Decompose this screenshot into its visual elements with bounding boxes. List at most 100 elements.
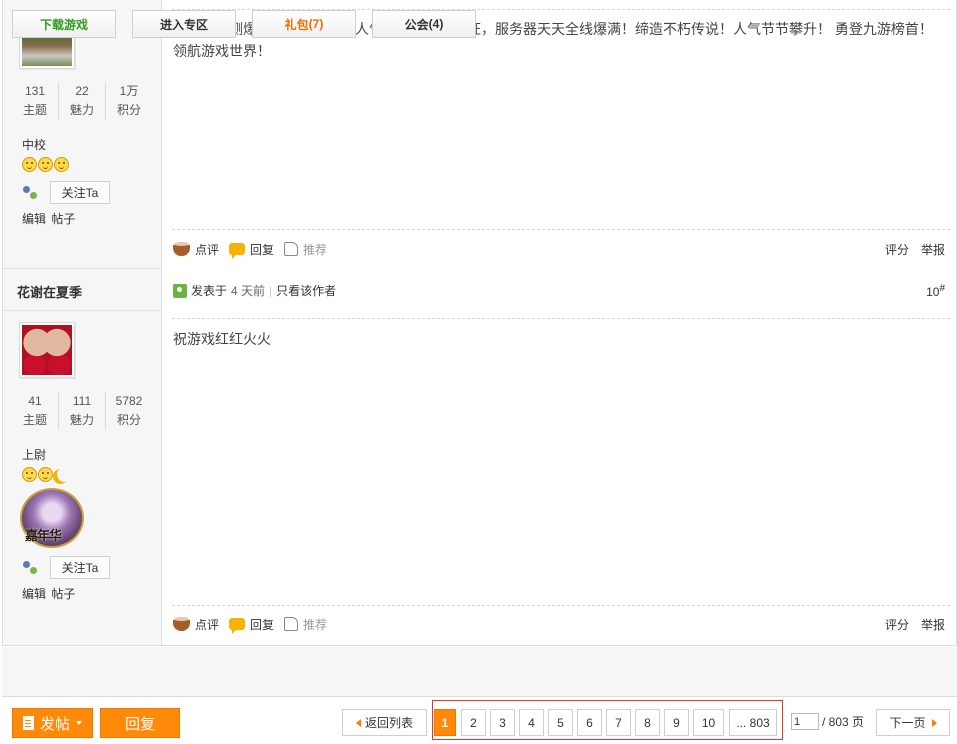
chevron-down-icon <box>76 721 82 725</box>
smiley-icon <box>38 467 53 482</box>
stat-label: 主题 <box>22 103 47 117</box>
add-friend-icon[interactable] <box>22 560 38 575</box>
level-icons <box>22 157 69 172</box>
post-time: 4 天前 <box>231 284 266 298</box>
recommend-button[interactable]: 推荐 <box>284 616 327 633</box>
floor-mark: # <box>939 282 945 294</box>
game-links-bar <box>2 647 957 697</box>
coffee-icon <box>173 617 190 631</box>
enter-zone-button[interactable]: 进入专区 <box>132 10 236 38</box>
pagination-highlight <box>432 700 783 740</box>
right-actions: 评分 举报 <box>885 241 945 258</box>
guild-count: (4) <box>428 17 444 31</box>
divider <box>172 318 950 319</box>
smiley-icon <box>22 157 37 172</box>
new-post-button[interactable]: 发帖 <box>12 708 93 738</box>
smiley-icon <box>22 467 37 482</box>
follow-button[interactable]: 关注Ta <box>50 181 110 204</box>
comment-label: 点评 <box>195 617 220 632</box>
medal-badge[interactable]: 嘉年华 <box>20 488 84 548</box>
follow-row: 关注Ta <box>22 556 110 579</box>
stat-points[interactable]: 5782 积分 <box>105 392 152 430</box>
arrow-right-icon <box>931 718 937 727</box>
author-name[interactable]: 花谢在夏季 <box>17 282 82 301</box>
recommend-label: 推荐 <box>303 242 328 257</box>
level-icons <box>22 467 69 482</box>
edit-post-link[interactable]: 编辑 帖子 <box>22 585 75 602</box>
stat-topics[interactable]: 41 主题 <box>12 392 58 430</box>
speech-bubble-icon <box>229 618 246 634</box>
reply-button[interactable]: 回复 <box>229 616 275 634</box>
divider <box>172 229 950 230</box>
edit-post-link[interactable]: 编辑 帖子 <box>22 210 75 227</box>
stat-label: 魅力 <box>69 413 94 427</box>
floor-value: 10 <box>926 284 940 299</box>
stat-topics[interactable]: 131 主题 <box>12 82 58 120</box>
report-link[interactable]: 举报 <box>921 616 945 633</box>
comment-button[interactable]: 点评 <box>173 616 219 633</box>
thumbs-up-icon <box>284 617 299 631</box>
medal-text: 嘉年华 <box>25 528 62 543</box>
recommend-button[interactable]: 推荐 <box>284 241 327 258</box>
avatar[interactable] <box>19 322 75 378</box>
reply-label: 回复 <box>250 617 275 632</box>
page-number-input[interactable] <box>791 713 819 730</box>
post-meta: 发表于 4 天前 | 只看该作者 10# <box>173 282 945 299</box>
user-stats: 41 主题 111 魅力 5782 积分 <box>12 392 152 430</box>
moon-icon <box>57 467 72 482</box>
rate-link[interactable]: 评分 <box>885 241 909 258</box>
right-actions: 评分 举报 <box>885 616 945 633</box>
reply-thread-label: 回复 <box>124 715 155 733</box>
coffee-icon <box>173 242 190 256</box>
guild-button[interactable]: 公会 (4) <box>372 10 476 38</box>
guild-label: 公会 <box>404 17 429 32</box>
back-label: 返回列表 <box>364 716 413 730</box>
rate-link[interactable]: 评分 <box>885 616 909 633</box>
arrow-left-icon <box>355 718 361 727</box>
next-label: 下一页 <box>889 716 926 730</box>
gift-pack-button[interactable]: 礼包 (7) <box>252 10 356 38</box>
speech-bubble-icon <box>229 243 246 259</box>
avatar-image <box>22 325 72 375</box>
stat-points[interactable]: 1万积分 <box>105 82 152 120</box>
back-to-list-button[interactable]: 返回列表 <box>342 709 427 736</box>
stat-value: 131 <box>24 84 46 98</box>
meta-divider: | <box>269 283 273 298</box>
floor-number[interactable]: 10# <box>926 283 945 299</box>
post-actions: 点评 回复 推荐 评分 举报 <box>173 239 945 259</box>
stat-charm[interactable]: 22 魅力 <box>58 82 105 120</box>
stat-charm[interactable]: 111 魅力 <box>58 392 105 430</box>
zone-label: 进入专区 <box>159 17 208 32</box>
recommend-label: 推荐 <box>303 617 328 632</box>
next-page-button[interactable]: 下一页 <box>876 709 950 736</box>
gift-label: 礼包 <box>284 17 309 32</box>
post-content: 祝游戏红红火火 <box>173 331 271 347</box>
user-rank: 上尉 <box>22 448 47 462</box>
reply-thread-button[interactable]: 回复 <box>100 708 180 738</box>
report-link[interactable]: 举报 <box>921 241 945 258</box>
download-game-button[interactable]: 下载游戏 <box>12 10 116 38</box>
gift-count: (7) <box>308 17 324 31</box>
only-author-link[interactable]: 只看该作者 <box>276 282 336 299</box>
stat-value: 1万 <box>119 84 139 98</box>
thumbs-up-icon <box>284 242 299 256</box>
reply-button[interactable]: 回复 <box>229 241 274 259</box>
smiley-icon <box>38 157 53 172</box>
divider <box>172 605 950 606</box>
smiley-icon <box>54 157 69 172</box>
author-separator <box>3 310 162 311</box>
stat-label: 魅力 <box>69 103 94 117</box>
comment-button[interactable]: 点评 <box>173 241 219 258</box>
user-stats: 131 主题 22 魅力 1万积分 <box>12 82 152 120</box>
follow-row: 关注Ta <box>22 181 110 204</box>
page-total: / 803 页 <box>822 715 865 729</box>
add-friend-icon[interactable] <box>22 185 38 200</box>
stat-label: 积分 <box>116 103 141 117</box>
stat-value: 5782 <box>115 394 143 408</box>
stat-value: 41 <box>28 394 42 408</box>
user-online-icon <box>173 283 187 298</box>
follow-button[interactable]: 关注Ta <box>50 556 110 579</box>
stat-label: 主题 <box>22 413 47 427</box>
new-post-label: 发帖 <box>39 715 70 733</box>
post-actions: 点评 回复 推荐 评分 举报 <box>173 614 945 634</box>
